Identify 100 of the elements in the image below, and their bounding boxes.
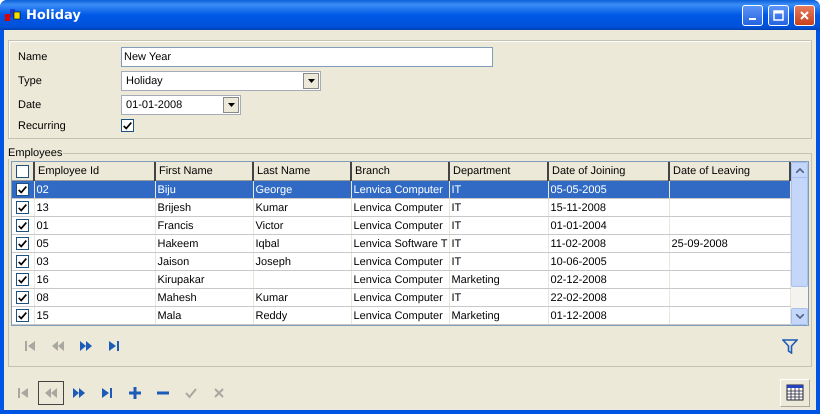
table-cell: 01-12-2008 (550, 310, 607, 322)
table-cell: 10-06-2005 (550, 256, 607, 268)
scroll-up-button[interactable] (791, 162, 808, 179)
next-record-icon (79, 339, 93, 353)
column-header[interactable]: Department (449, 162, 548, 180)
recurring-checkbox[interactable] (121, 119, 134, 132)
table-cell: Reddy (256, 310, 288, 322)
date-picker[interactable]: 01-01-2008 (121, 95, 241, 115)
minimize-icon (749, 18, 756, 20)
table-cell: Francis (158, 220, 194, 232)
row-checkbox[interactable] (16, 219, 30, 232)
table-cell: 15 (36, 310, 49, 322)
table-row[interactable]: 15 Mala Reddy Lenvica Computer Marketing 01-12-2008 (12, 306, 790, 324)
row-checkbox[interactable] (16, 273, 30, 286)
table-cell: 25-09-2008 (672, 238, 728, 250)
table-cell: Biju (158, 184, 176, 196)
table-cell: 05-05-2005 (550, 184, 607, 196)
table-cell: Kirupakar (158, 274, 205, 286)
table-cell: Lenvica Computer (354, 220, 443, 232)
table-cell: George (256, 184, 292, 196)
table-cell: 16 (36, 274, 49, 286)
scroll-down-button[interactable] (791, 308, 808, 325)
table-cell: Lenvica Computer (354, 310, 443, 322)
table-cell: Lenvica Computer (354, 256, 443, 268)
column-header[interactable]: Employee Id (34, 162, 155, 180)
next-record-icon (72, 386, 86, 400)
row-checkbox[interactable] (16, 291, 30, 304)
table-row[interactable]: 01 Francis Victor Lenvica Computer IT 01-01-2004 (12, 216, 790, 234)
table-cell: Joseph (256, 256, 291, 268)
checkmark-icon (184, 386, 198, 400)
maximize-icon (773, 10, 784, 20)
column-header[interactable]: First Name (155, 162, 253, 180)
chevron-up-icon (796, 168, 804, 173)
table-cell: 02-12-2008 (550, 274, 607, 286)
calendar-icon (786, 384, 804, 401)
table-cell: IT (452, 202, 462, 214)
dropdown-arrow-icon (228, 103, 234, 107)
column-header[interactable]: Branch (351, 162, 449, 180)
table-row[interactable]: 03 Jaison Joseph Lenvica Computer IT 10-06-2005 (12, 252, 790, 270)
filter-icon (782, 338, 798, 354)
table-cell: Lenvica Computer (354, 274, 443, 286)
row-checkbox[interactable] (16, 309, 30, 322)
row-checkbox[interactable] (16, 237, 30, 250)
row-checkbox[interactable] (16, 201, 30, 214)
table-cell: 02 (36, 184, 49, 196)
table-cell: 08 (36, 292, 49, 304)
name-label: Name (18, 51, 48, 63)
table-cell: 11-02-2008 (550, 238, 606, 250)
last-record-icon (100, 386, 114, 400)
chevron-down-icon (796, 314, 804, 319)
table-cell: IT (452, 256, 462, 268)
cross-icon (212, 386, 226, 400)
row-checkbox[interactable] (16, 255, 30, 268)
maximize-button[interactable] (768, 4, 789, 26)
table-cell: 05 (36, 238, 49, 250)
first-record-icon (16, 386, 30, 400)
minimize-button[interactable] (742, 4, 763, 26)
table-cell: 01-01-2004 (550, 220, 607, 232)
column-header[interactable]: Date of Joining (548, 162, 669, 180)
scroll-thumb[interactable] (791, 177, 808, 287)
table-cell: 15-11-2008 (550, 202, 606, 214)
app-icon (5, 8, 21, 22)
type-label: Type (18, 75, 43, 87)
select-all-checkbox[interactable] (16, 164, 29, 178)
table-cell: Mala (158, 310, 182, 322)
table-row[interactable]: 05 Hakeem Iqbal Lenvica Software T IT 11-02-2008 25-09-2008 (12, 234, 790, 252)
table-cell: Kumar (256, 292, 288, 304)
employees-title: Employees (7, 147, 64, 159)
close-icon (799, 10, 810, 20)
calendar-button[interactable] (780, 378, 810, 406)
previous-record-icon (51, 339, 65, 353)
table-cell: IT (452, 220, 462, 232)
name-field[interactable]: New Year (121, 47, 493, 67)
table-cell: Lenvica Computer (354, 202, 443, 214)
table-cell: 13 (36, 202, 49, 214)
table-row[interactable]: 16 Kirupakar Lenvica Computer Marketing 02-12-2008 (12, 270, 790, 288)
column-header[interactable]: Last Name (253, 162, 351, 180)
plus-icon (128, 386, 142, 400)
table-cell: Hakeem (158, 238, 198, 250)
table-cell: IT (452, 184, 462, 196)
dropdown-arrow-icon (308, 79, 314, 83)
table-cell: IT (452, 292, 462, 304)
table-cell: Lenvica Software T (354, 238, 448, 250)
window-title: Holiday (26, 8, 82, 22)
vertical-scrollbar[interactable] (791, 162, 808, 325)
close-button[interactable] (794, 4, 815, 26)
table-cell: Iqbal (256, 238, 280, 250)
table-row[interactable]: 08 Mahesh Kumar Lenvica Computer IT 22-02-2008 (12, 288, 790, 306)
table-cell: 22-02-2008 (550, 292, 607, 304)
previous-record-icon (44, 386, 58, 400)
last-record-icon (107, 339, 121, 353)
column-header[interactable]: Date of Leaving (669, 162, 790, 180)
type-dropdown[interactable]: Holiday (121, 71, 321, 91)
first-record-icon (23, 339, 37, 353)
table-cell: 03 (36, 256, 49, 268)
row-checkbox[interactable] (16, 183, 30, 196)
recurring-label: Recurring (18, 120, 67, 132)
table-row[interactable]: 02 Biju George Lenvica Computer IT 05-05-2005 (12, 180, 790, 198)
table-cell: IT (452, 238, 462, 250)
table-row[interactable]: 13 Brijesh Kumar Lenvica Computer IT 15-11-2008 (12, 198, 790, 216)
